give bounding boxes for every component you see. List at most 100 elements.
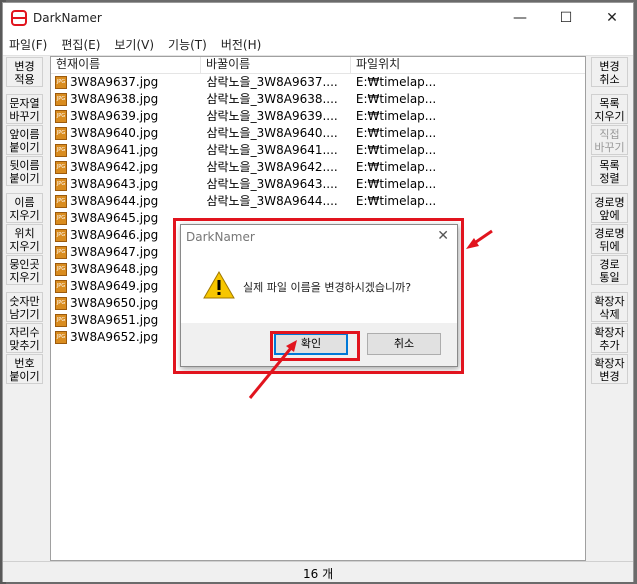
table-row[interactable]: JPG 3W8A9642.jpg 삼락노을_3W8A9642.... E:₩timel… [51,159,585,175]
unify-path-button[interactable]: 경로 통일 [591,255,628,285]
current-name: 3W8A9643.jpg [70,177,159,191]
jpg-file-icon: JPG [55,279,67,293]
table-row[interactable]: JPG 3W8A9641.jpg 삼락노을_3W8A9641.... E:₩timel… [51,142,585,158]
location-cell: E:₩timelap... [355,109,437,123]
table-row[interactable]: JPG 3W8A9644.jpg 삼락노을_3W8A9644.... E:₩timel… [51,193,585,209]
current-name: 3W8A9638.jpg [70,92,159,106]
current-name-cell: JPG 3W8A9646.jpg [51,227,200,243]
current-name: 3W8A9641.jpg [70,143,159,157]
location-cell: E:₩timelap... [355,177,437,191]
path-prefix-button[interactable]: 경로명 앞에 [591,193,628,223]
pad-digits-button[interactable]: 자리수 맞추기 [6,323,43,353]
table-row[interactable]: JPG 3W8A9640.jpg 삼락노을_3W8A9640.... E:₩timel… [51,125,585,141]
jpg-file-icon: JPG [55,262,67,276]
jpg-file-icon: JPG [55,92,67,106]
undo-changes-button[interactable]: 변경 취소 [591,57,628,87]
jpg-file-icon: JPG [55,160,67,174]
new-name-cell: 삼락노을_3W8A9638.... [206,92,338,106]
dialog-title: DarkNamer [186,230,255,244]
change-extension-button[interactable]: 확장자 변경 [591,354,628,384]
table-row[interactable]: JPG 3W8A9638.jpg 삼락노을_3W8A9638.... E:₩timel… [51,91,585,107]
current-name-cell: JPG 3W8A9650.jpg [51,295,200,311]
current-name-cell: JPG 3W8A9637.jpg [51,74,200,90]
minimize-button[interactable]: — [497,3,543,33]
add-number-button[interactable]: 번호 붙이기 [6,354,43,384]
maximize-button[interactable]: ☐ [543,3,589,33]
clear-list-button[interactable]: 목록 지우기 [591,94,628,124]
add-extension-button[interactable]: 확장자 추가 [591,323,628,353]
new-name-cell: 삼락노을_3W8A9639.... [206,109,338,123]
column-location[interactable]: 파일위치 [351,57,585,73]
current-name-cell: JPG 3W8A9647.jpg [51,244,200,260]
erase-position-button[interactable]: 위치 지우기 [6,224,43,254]
status-bar: 16 개 [3,561,633,582]
prefix-name-button[interactable]: 앞이름 붙이기 [6,125,43,155]
jpg-file-icon: JPG [55,126,67,140]
menu-view[interactable]: 보기(V) [108,36,160,53]
confirm-ok-button[interactable]: 확인 [274,333,348,355]
keep-numbers-button[interactable]: 숫자만 남기기 [6,292,43,322]
current-name: 3W8A9648.jpg [70,262,159,276]
path-suffix-button[interactable]: 경로명 뒤에 [591,224,628,254]
current-name: 3W8A9637.jpg [70,75,159,89]
app-icon [11,10,27,26]
current-name: 3W8A9649.jpg [70,279,159,293]
current-name-cell: JPG 3W8A9642.jpg [51,159,200,175]
new-name-cell: 삼락노을_3W8A9637.... [206,75,338,89]
direct-rename-button: 직접 바꾸기 [591,125,628,155]
warning-icon [203,271,235,299]
menu-tools[interactable]: 기능(T) [162,36,213,53]
confirm-cancel-button[interactable]: 취소 [367,333,441,355]
current-name: 3W8A9639.jpg [70,109,159,123]
jpg-file-icon: JPG [55,194,67,208]
location-cell: E:₩timelap... [355,143,437,157]
dialog-close-icon[interactable]: ✕ [437,228,449,244]
title-bar: DarkNamer — ☐ ✕ [3,3,633,33]
new-name-cell: 삼락노을_3W8A9640.... [206,126,338,140]
location-cell: E:₩timelap... [355,92,437,106]
table-row[interactable]: JPG 3W8A9639.jpg 삼락노을_3W8A9639.... E:₩timel… [51,108,585,124]
column-new-name[interactable]: 바꿀이름 [201,57,351,73]
menu-bar: 파일(F) 편집(E) 보기(V) 기능(T) 버전(H) [3,33,633,56]
current-name-cell: JPG 3W8A9645.jpg [51,210,200,226]
current-name: 3W8A9642.jpg [70,160,159,174]
erase-name-button[interactable]: 이름 지우기 [6,193,43,223]
new-name-cell: 삼락노을_3W8A9644.... [206,194,338,208]
file-count: 16 개 [303,567,334,581]
jpg-file-icon: JPG [55,296,67,310]
jpg-file-icon: JPG [55,245,67,259]
erase-spaces-button[interactable]: 뭉인곳 지우기 [6,255,43,285]
location-cell: E:₩timelap... [355,160,437,174]
table-row[interactable]: JPG 3W8A9643.jpg 삼락노을_3W8A9643.... E:₩timel… [51,176,585,192]
current-name: 3W8A9652.jpg [70,330,159,344]
jpg-file-icon: JPG [55,228,67,242]
replace-string-button[interactable]: 문자열 바꾸기 [6,94,43,124]
menu-edit[interactable]: 편집(E) [55,36,106,53]
menu-version[interactable]: 버전(H) [215,36,267,53]
jpg-file-icon: JPG [55,143,67,157]
current-name-cell: JPG 3W8A9638.jpg [51,91,200,107]
window-title: DarkNamer [33,11,102,25]
current-name: 3W8A9651.jpg [70,313,159,327]
jpg-file-icon: JPG [55,330,67,344]
current-name-cell: JPG 3W8A9648.jpg [51,261,200,277]
close-button[interactable]: ✕ [589,3,635,33]
sort-list-button[interactable]: 목록 정렬 [591,156,628,186]
jpg-file-icon: JPG [55,313,67,327]
current-name-cell: JPG 3W8A9649.jpg [51,278,200,294]
location-cell: E:₩timelap... [355,194,437,208]
location-cell: E:₩timelap... [355,75,437,89]
column-current-name[interactable]: 현재이름 [51,57,201,73]
suffix-name-button[interactable]: 뒷이름 붙이기 [6,156,43,186]
current-name-cell: JPG 3W8A9639.jpg [51,108,200,124]
delete-extension-button[interactable]: 확장자 삭제 [591,292,628,322]
current-name: 3W8A9650.jpg [70,296,159,310]
apply-changes-button[interactable]: 변경 적용 [6,57,43,87]
jpg-file-icon: JPG [55,75,67,89]
menu-file[interactable]: 파일(F) [3,36,53,53]
current-name-cell: JPG 3W8A9651.jpg [51,312,200,328]
new-name-cell: 삼락노을_3W8A9643.... [206,177,338,191]
current-name-cell: JPG 3W8A9641.jpg [51,142,200,158]
current-name: 3W8A9640.jpg [70,126,159,140]
table-row[interactable]: JPG 3W8A9637.jpg 삼락노을_3W8A9637.... E:₩timel… [51,74,585,90]
